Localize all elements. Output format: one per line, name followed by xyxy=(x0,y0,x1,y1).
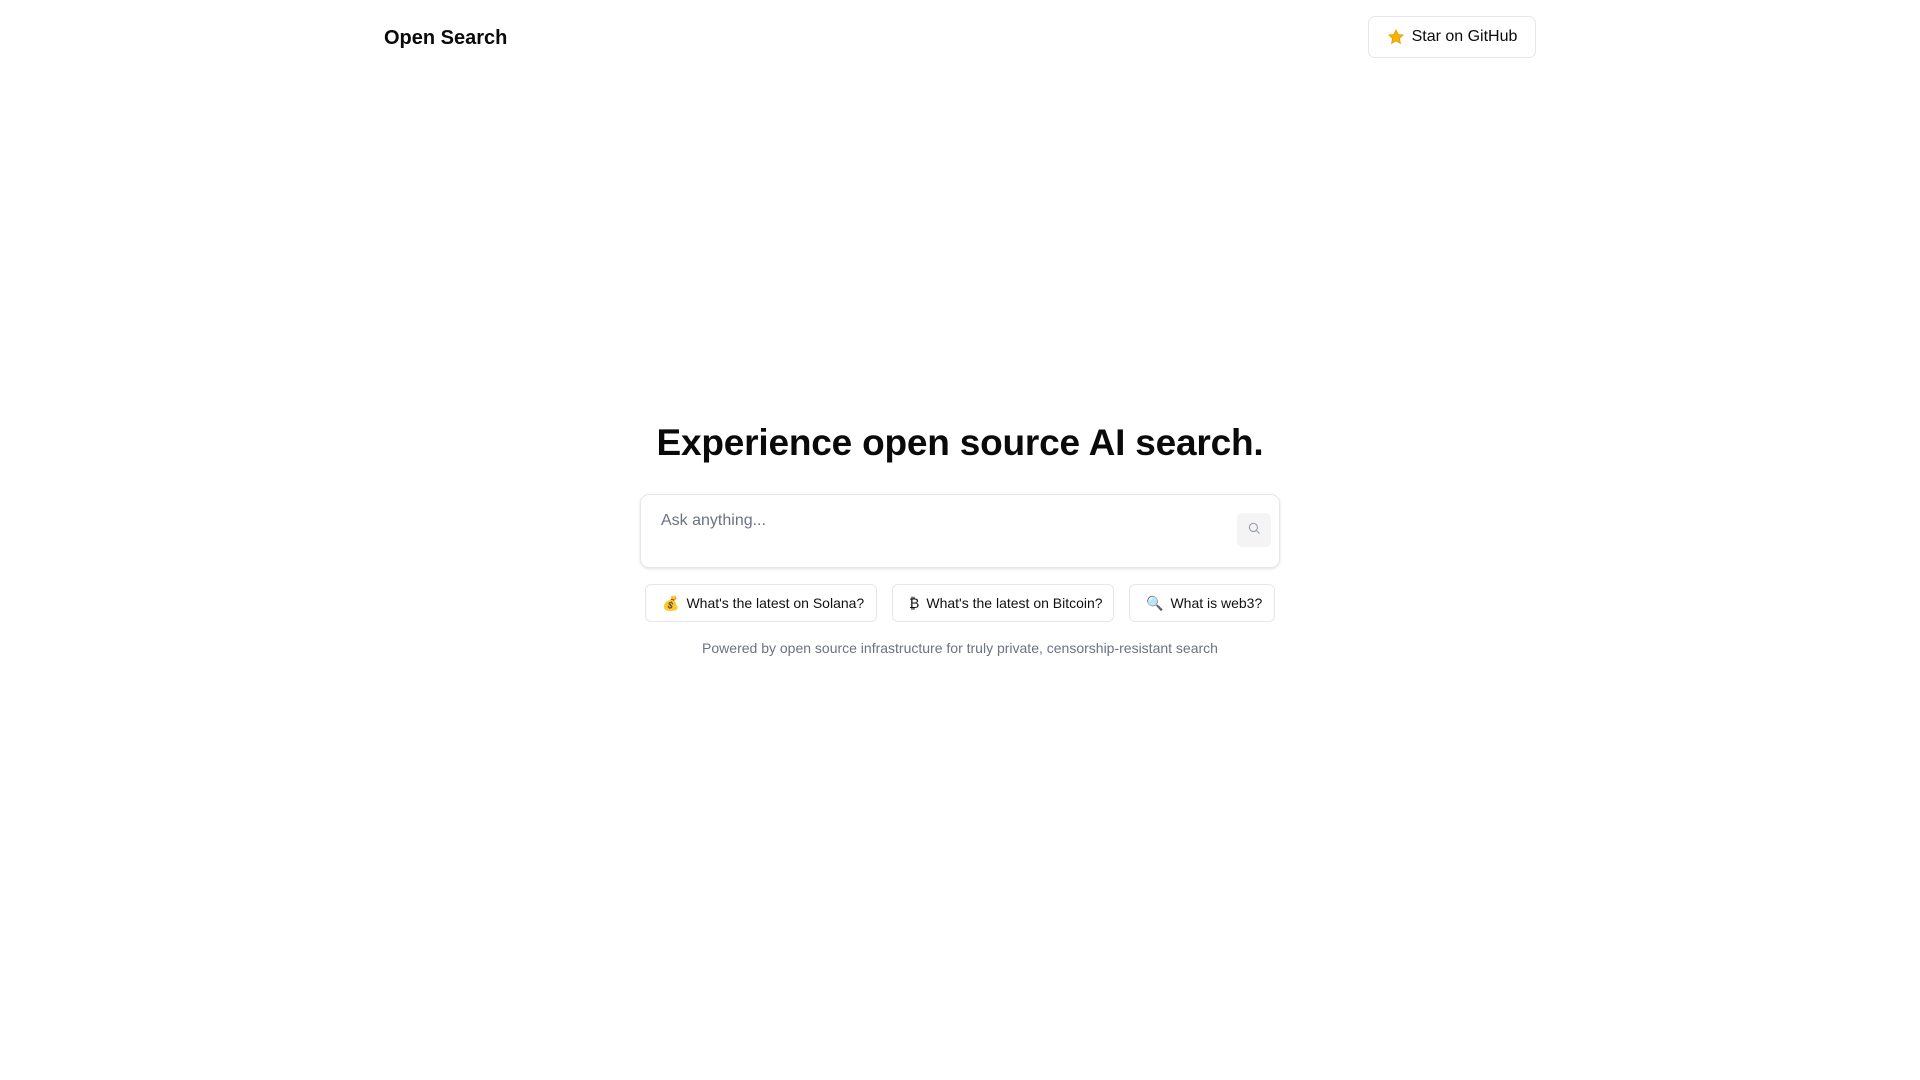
search-icon xyxy=(1247,521,1261,540)
star-icon xyxy=(1387,28,1405,46)
github-button-label: Star on GitHub xyxy=(1411,28,1518,45)
top-bar: Open Search Star on GitHub xyxy=(0,0,1920,76)
suggestion-label: What is web3? xyxy=(1170,595,1263,611)
money-bag-icon: 💰 xyxy=(662,595,680,611)
brand-title[interactable]: Open Search xyxy=(384,25,507,51)
suggestion-list: 💰 What's the latest on Solana? ₿ What's … xyxy=(645,584,1275,622)
suggestion-solana-button[interactable]: 💰 What's the latest on Solana? xyxy=(645,584,877,622)
star-on-github-button[interactable]: Star on GitHub xyxy=(1368,16,1536,58)
search-submit-button[interactable] xyxy=(1237,513,1271,547)
suggestion-label: What's the latest on Solana? xyxy=(686,595,865,611)
bitcoin-icon: ₿ xyxy=(909,595,920,611)
magnifier-icon: 🔍 xyxy=(1146,595,1164,611)
suggestion-bitcoin-button[interactable]: ₿ What's the latest on Bitcoin? xyxy=(892,584,1114,622)
search-box xyxy=(640,494,1280,568)
suggestion-web3-button[interactable]: 🔍 What is web3? xyxy=(1129,584,1275,622)
footnote-text: Powered by open source infrastructure fo… xyxy=(702,640,1218,656)
suggestion-label: What's the latest on Bitcoin? xyxy=(926,595,1103,611)
page-title: Experience open source AI search. xyxy=(656,422,1264,463)
hero: Experience open source AI search. xyxy=(0,418,1920,468)
search-input[interactable] xyxy=(661,507,1221,535)
